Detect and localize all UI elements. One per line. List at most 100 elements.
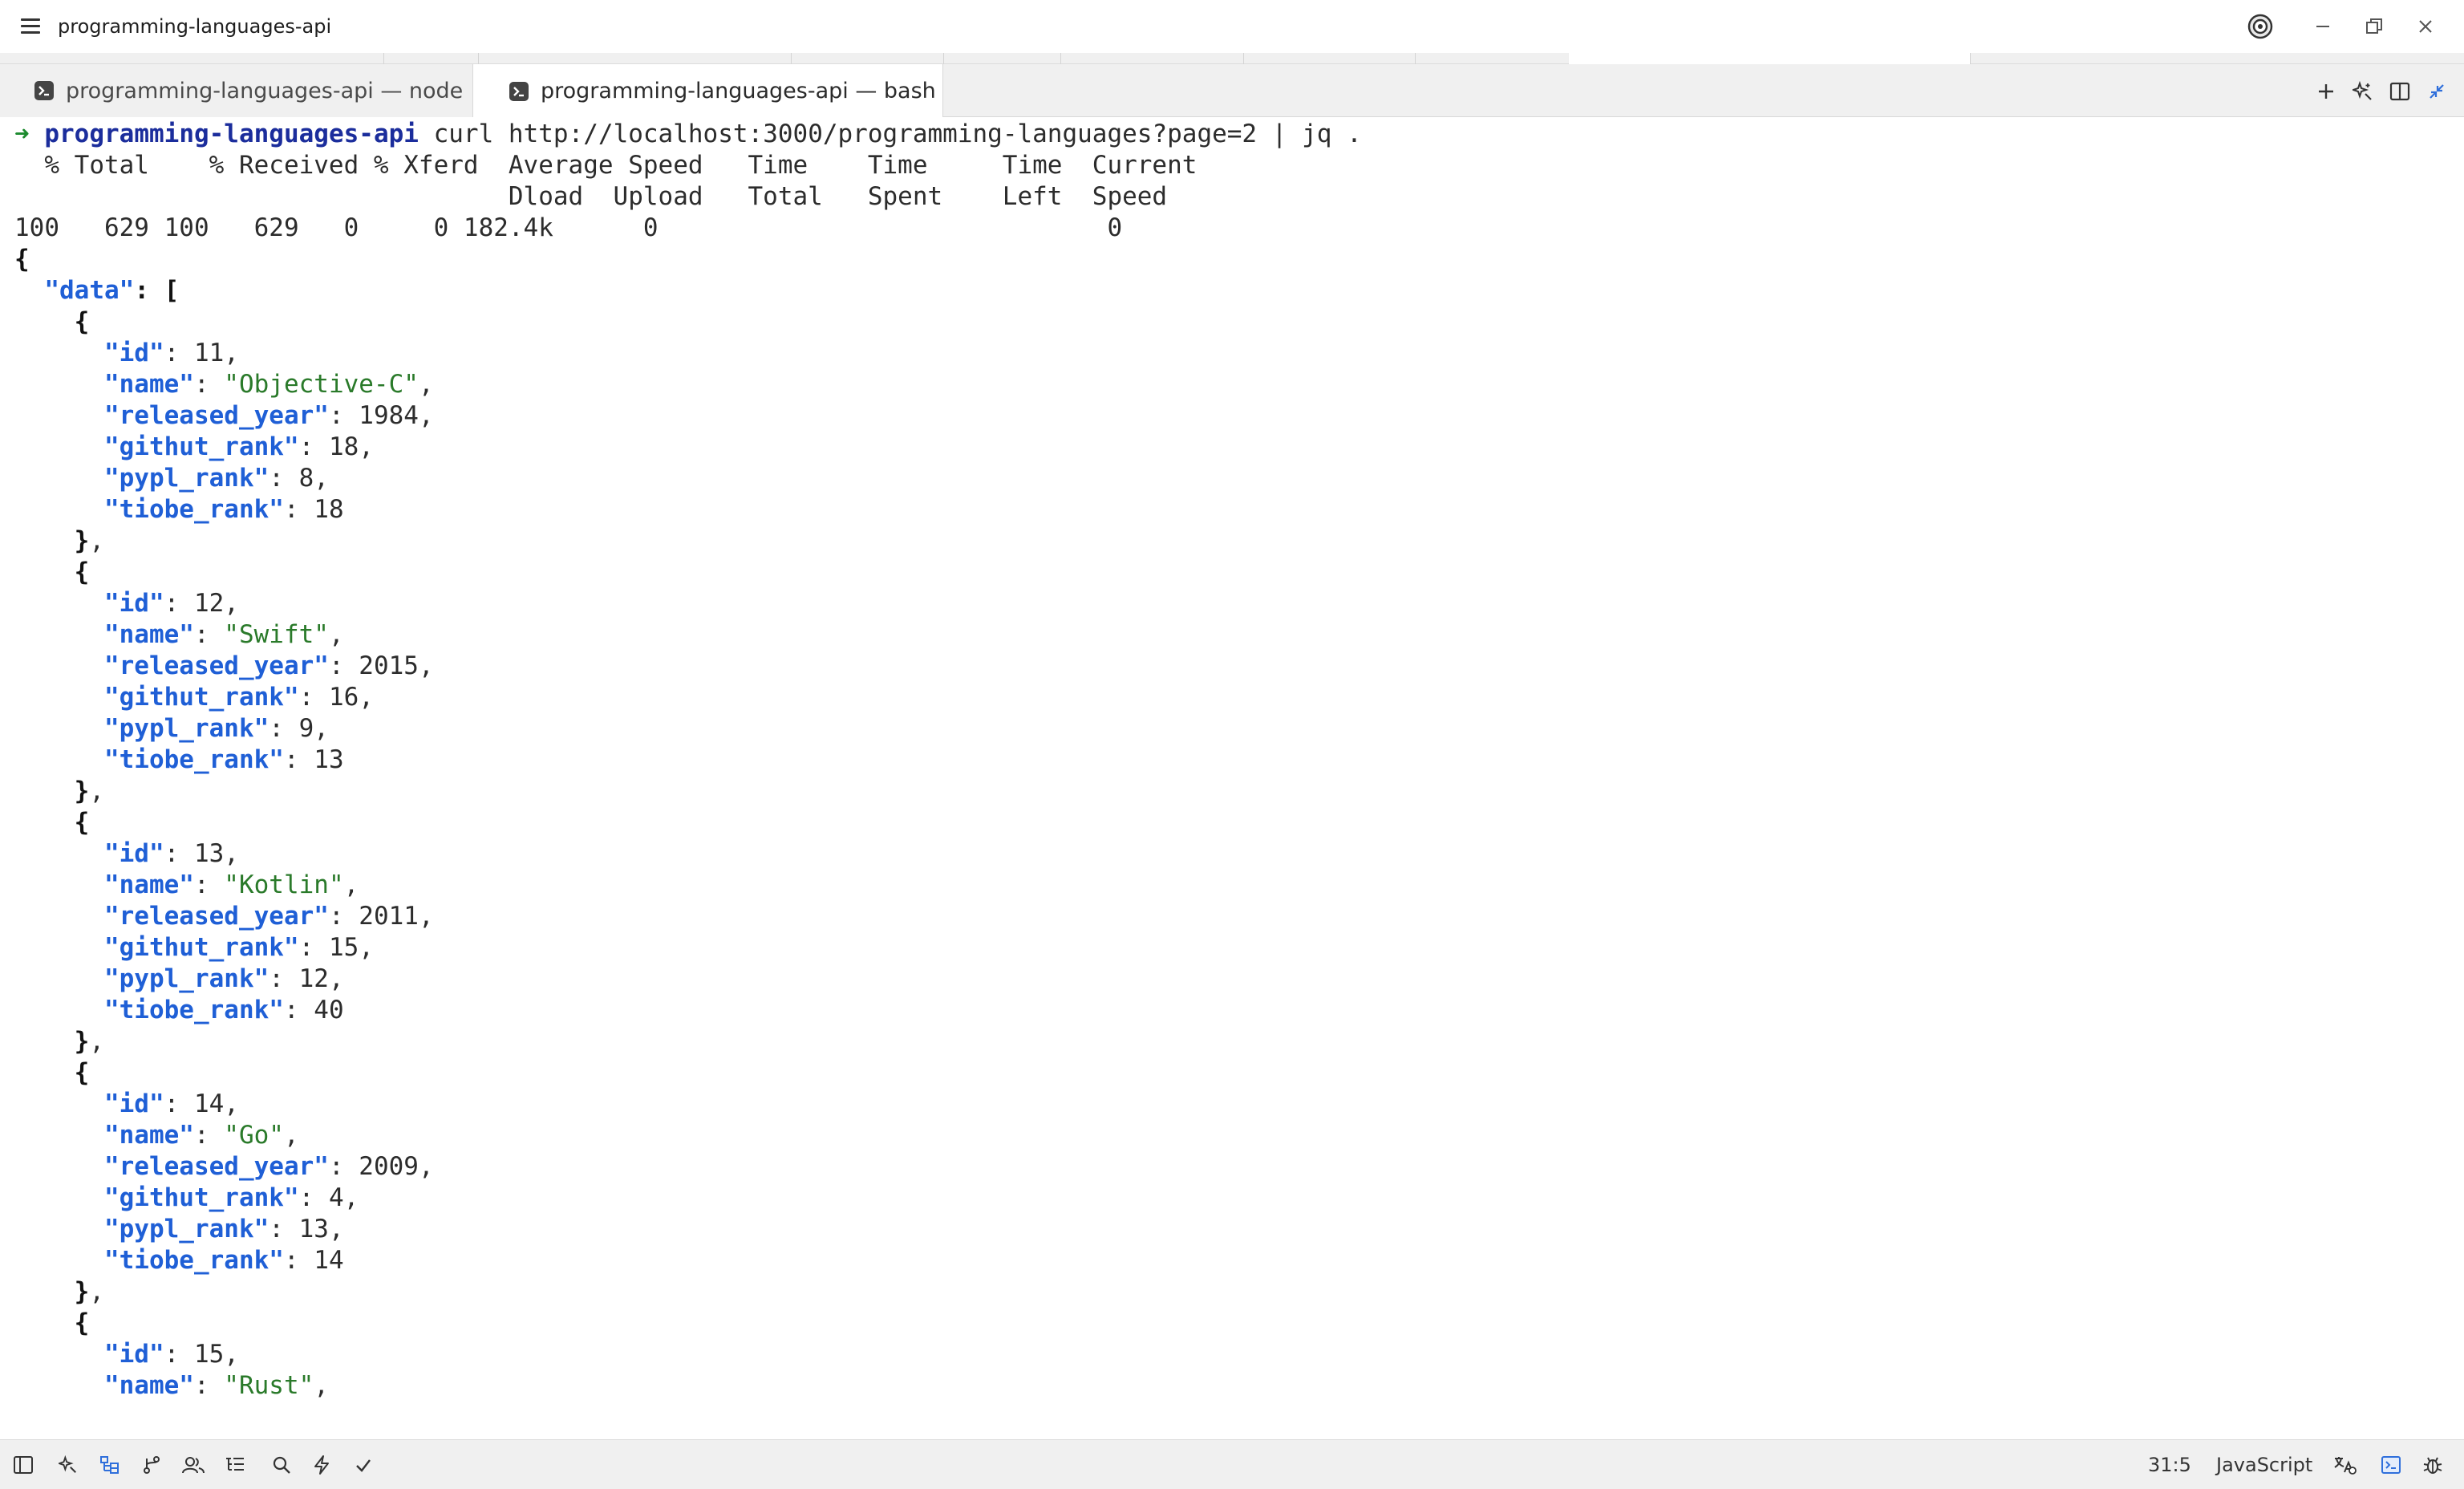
json-field-tiobe-rank: "tiobe_rank": 40 xyxy=(103,996,344,1024)
json-field-released-year: "released_year": 2015, xyxy=(103,651,434,680)
json-key: "name" xyxy=(103,1371,194,1400)
collapse-icon[interactable] xyxy=(2422,78,2451,105)
json-value: "Kotlin" xyxy=(224,870,344,899)
json-value: 15 xyxy=(328,933,359,962)
json-field-pypl-rank: "pypl_rank": 9, xyxy=(103,714,329,743)
tab-strip-divider xyxy=(0,53,2464,64)
json-key: "id" xyxy=(103,839,164,868)
json-field-tiobe-rank: "tiobe_rank": 18 xyxy=(103,495,344,524)
prompt-arrow: ➜ xyxy=(14,120,30,148)
json-value: 14 xyxy=(193,1089,225,1118)
json-key: "released_year" xyxy=(103,902,329,931)
json-object-close: }, xyxy=(74,526,104,555)
add-icon[interactable] xyxy=(2312,78,2340,105)
json-field-id: "id": 11, xyxy=(103,339,239,367)
toggle-sidebar-icon[interactable] xyxy=(10,1451,37,1479)
tab-node[interactable]: programming-languages-api — node xyxy=(0,64,473,117)
title-bar: programming-languages-api xyxy=(0,0,2464,53)
json-value: "Swift" xyxy=(224,620,329,649)
json-value: "Rust" xyxy=(224,1371,314,1400)
outline-icon[interactable] xyxy=(221,1451,249,1479)
json-value: 13 xyxy=(314,745,344,774)
json-object-open: { xyxy=(74,307,90,336)
json-key: "githut_rank" xyxy=(103,1183,299,1212)
json-field-tiobe-rank: "tiobe_rank": 14 xyxy=(103,1246,344,1275)
json-key: "id" xyxy=(103,1340,164,1369)
copilot-icon[interactable] xyxy=(2244,11,2276,42)
tab-label: programming-languages-api — node xyxy=(66,78,464,103)
json-value: 2011 xyxy=(359,902,419,931)
ai-sparkle-icon[interactable] xyxy=(2348,78,2377,105)
json-value: 40 xyxy=(314,996,344,1024)
json-field-githut-rank: "githut_rank": 4, xyxy=(103,1183,359,1212)
json-key: "data" xyxy=(44,276,135,305)
json-object-open: { xyxy=(74,558,90,586)
split-pane-icon[interactable] xyxy=(2385,78,2414,105)
json-field-id: "id": 14, xyxy=(103,1089,239,1118)
json-object-open: { xyxy=(74,1058,90,1087)
tab-bash[interactable]: programming-languages-api — bash xyxy=(473,64,943,118)
tab-bar: programming-languages-api — node program… xyxy=(0,64,2464,118)
json-value: 9 xyxy=(298,714,314,743)
debug-icon[interactable] xyxy=(2419,1451,2446,1479)
json-value: 15 xyxy=(193,1340,225,1369)
terminal-icon xyxy=(34,81,54,100)
json-object-close: }, xyxy=(74,1027,104,1056)
json-key: "tiobe_rank" xyxy=(103,996,284,1024)
progress-header: Dload Upload Total Spent Left Speed xyxy=(14,182,1168,211)
git-branch-icon[interactable] xyxy=(138,1451,165,1479)
json-value: 13 xyxy=(193,839,225,868)
json-key: "id" xyxy=(103,1089,164,1118)
prompt-directory: programming-languages-api xyxy=(44,120,419,148)
json-field-id: "id": 13, xyxy=(103,839,239,868)
json-key: "githut_rank" xyxy=(103,933,299,962)
json-value: 13 xyxy=(298,1215,329,1244)
project-panel-icon[interactable] xyxy=(96,1451,124,1479)
terminal-panel-icon[interactable] xyxy=(2377,1451,2405,1479)
terminal-output[interactable]: ➜ programming-languages-api curl http://… xyxy=(0,117,2464,1439)
json-field-name: "name": "Go", xyxy=(103,1121,299,1150)
json-field-released-year: "released_year": 1984, xyxy=(103,401,434,430)
json-field-released-year: "released_year": 2011, xyxy=(103,902,434,931)
check-icon[interactable] xyxy=(350,1451,377,1479)
progress-header: % Total % Received % Xferd Average Speed… xyxy=(14,151,1198,180)
search-icon[interactable] xyxy=(268,1451,295,1479)
json-object-close: }, xyxy=(74,777,104,805)
minimize-icon[interactable] xyxy=(2307,11,2339,42)
lightning-icon[interactable] xyxy=(308,1451,335,1479)
json-field-githut-rank: "githut_rank": 16, xyxy=(103,683,374,712)
json-key: "released_year" xyxy=(103,1152,329,1181)
json-field-pypl-rank: "pypl_rank": 13, xyxy=(103,1215,344,1244)
terminal-icon xyxy=(509,81,529,101)
json-value: 18 xyxy=(314,495,344,524)
json-key: "name" xyxy=(103,1121,194,1150)
json-key: "id" xyxy=(103,589,164,618)
json-value: "Go" xyxy=(224,1121,284,1150)
tab-label: programming-languages-api — bash xyxy=(541,79,936,103)
json-value: 2009 xyxy=(359,1152,419,1181)
json-key: "released_year" xyxy=(103,401,329,430)
json-field-name: "name": "Swift", xyxy=(103,620,344,649)
command-line: ➜ programming-languages-api curl http://… xyxy=(0,119,2464,150)
ai-sparkle-icon[interactable] xyxy=(55,1451,82,1479)
json-value: "Objective-C" xyxy=(224,370,419,399)
json-key: "pypl_rank" xyxy=(103,464,270,493)
json-field-githut-rank: "githut_rank": 15, xyxy=(103,933,374,962)
menu-icon[interactable] xyxy=(19,14,42,39)
close-icon[interactable] xyxy=(2409,11,2442,42)
json-field-name: "name": "Kotlin", xyxy=(103,870,359,899)
cursor-position[interactable]: 31:5 xyxy=(2148,1450,2191,1480)
json-key: "githut_rank" xyxy=(103,683,299,712)
json-object-close: }, xyxy=(74,1277,104,1306)
language-server-icon[interactable] xyxy=(2331,1451,2358,1479)
json-key: "pypl_rank" xyxy=(103,1215,270,1244)
json-key: "released_year" xyxy=(103,651,329,680)
json-value: 2015 xyxy=(359,651,419,680)
json-key: "id" xyxy=(103,339,164,367)
collaborators-icon[interactable] xyxy=(180,1451,207,1479)
language-mode[interactable]: JavaScript xyxy=(2216,1450,2312,1480)
json-value: 14 xyxy=(314,1246,344,1275)
json-value: 8 xyxy=(298,464,314,493)
restore-icon[interactable] xyxy=(2358,11,2390,42)
json-value: 16 xyxy=(328,683,359,712)
